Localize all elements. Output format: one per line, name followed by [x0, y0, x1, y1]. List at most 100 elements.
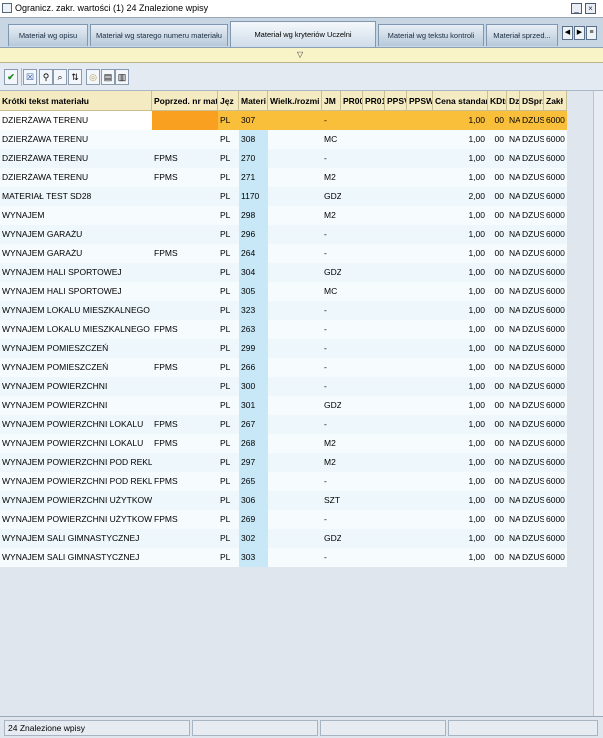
cell-std-price[interactable]: 2,00 [433, 187, 488, 206]
cell-dsprz[interactable]: DZUS [520, 548, 544, 567]
cell-kdtr[interactable]: 00 [488, 244, 507, 263]
settings-icon[interactable]: ▥ [115, 69, 129, 85]
cell-ppsw[interactable] [407, 415, 433, 434]
cell-pr01[interactable] [363, 377, 385, 396]
cell-dsprz[interactable]: DZUS [520, 149, 544, 168]
cell-ppsv[interactable] [385, 358, 407, 377]
cell-ppsv[interactable] [385, 415, 407, 434]
cell-plant[interactable]: 6000 [544, 396, 567, 415]
column-header-uom[interactable]: JM [322, 91, 341, 111]
cell-kdtr[interactable]: 00 [488, 529, 507, 548]
cell-size[interactable] [268, 434, 322, 453]
cell-size[interactable] [268, 168, 322, 187]
cell-short-text[interactable]: WYNAJEM LOKALU MIESZKALNEGO [0, 320, 152, 339]
cell-kdtr[interactable]: 00 [488, 472, 507, 491]
cell-size[interactable] [268, 130, 322, 149]
cell-uom[interactable]: GDZ [322, 396, 341, 415]
cell-kdtr[interactable]: 00 [488, 225, 507, 244]
cell-kdtr[interactable]: 00 [488, 491, 507, 510]
cell-dz[interactable]: NA [507, 339, 520, 358]
cell-material[interactable]: 271 [239, 168, 268, 187]
cell-plant[interactable]: 6000 [544, 263, 567, 282]
cell-uom[interactable]: - [322, 149, 341, 168]
cell-dz[interactable]: NA [507, 149, 520, 168]
cell-short-text[interactable]: WYNAJEM POWIERZCHNI LOKALU [0, 434, 152, 453]
cell-uom[interactable]: - [322, 111, 341, 130]
cell-material[interactable]: 299 [239, 339, 268, 358]
cell-pr00[interactable] [341, 491, 363, 510]
cell-pr01[interactable] [363, 111, 385, 130]
cell-short-text[interactable]: DZIERŻAWA TERENU [0, 149, 152, 168]
cell-short-text[interactable]: WYNAJEM POWIERZCHNI [0, 377, 152, 396]
tab-scroll-left-icon[interactable]: ◀ [562, 26, 573, 40]
cell-language[interactable]: PL [218, 187, 239, 206]
cell-kdtr[interactable]: 00 [488, 282, 507, 301]
cell-material[interactable]: 1170 [239, 187, 268, 206]
cell-language[interactable]: PL [218, 111, 239, 130]
cell-material[interactable]: 300 [239, 377, 268, 396]
cell-kdtr[interactable]: 00 [488, 548, 507, 567]
cell-pr00[interactable] [341, 320, 363, 339]
cell-std-price[interactable]: 1,00 [433, 282, 488, 301]
cell-language[interactable]: PL [218, 472, 239, 491]
cell-dsprz[interactable]: DZUS [520, 510, 544, 529]
cell-pr00[interactable] [341, 149, 363, 168]
cell-dsprz[interactable]: DZUS [520, 225, 544, 244]
cell-dz[interactable]: NA [507, 130, 520, 149]
cell-ppsv[interactable] [385, 453, 407, 472]
cell-ppsw[interactable] [407, 396, 433, 415]
cell-short-text[interactable]: MATERIAŁ TEST SD28 [0, 187, 152, 206]
cell-plant[interactable]: 6000 [544, 434, 567, 453]
cell-uom[interactable]: MC [322, 130, 341, 149]
cell-prev-material[interactable]: FPMS [152, 244, 218, 263]
tab-material-sprzed[interactable]: Materiał sprzed... [486, 24, 558, 46]
cell-material[interactable]: 297 [239, 453, 268, 472]
cell-ppsv[interactable] [385, 339, 407, 358]
cell-uom[interactable]: - [322, 244, 341, 263]
cell-kdtr[interactable]: 00 [488, 320, 507, 339]
cell-ppsw[interactable] [407, 111, 433, 130]
cell-kdtr[interactable]: 00 [488, 206, 507, 225]
cell-prev-material[interactable]: FPMS [152, 415, 218, 434]
cell-pr01[interactable] [363, 320, 385, 339]
cell-material[interactable]: 307 [239, 111, 268, 130]
cell-std-price[interactable]: 1,00 [433, 453, 488, 472]
cell-dz[interactable]: NA [507, 282, 520, 301]
cell-ppsw[interactable] [407, 244, 433, 263]
cell-uom[interactable]: GDZ [322, 263, 341, 282]
column-header-prev-material[interactable]: Poprzed. nr mat [152, 91, 218, 111]
cell-short-text[interactable]: DZIERŻAWA TERENU [0, 130, 152, 149]
cell-size[interactable] [268, 149, 322, 168]
cell-std-price[interactable]: 1,00 [433, 339, 488, 358]
column-header-short-text[interactable]: Krótki tekst materiału [0, 91, 152, 111]
cell-prev-material[interactable] [152, 225, 218, 244]
cell-pr00[interactable] [341, 301, 363, 320]
cell-language[interactable]: PL [218, 263, 239, 282]
cell-kdtr[interactable]: 00 [488, 415, 507, 434]
cell-uom[interactable]: M2 [322, 453, 341, 472]
cell-language[interactable]: PL [218, 510, 239, 529]
cell-uom[interactable]: - [322, 320, 341, 339]
cell-ppsv[interactable] [385, 206, 407, 225]
cell-material[interactable]: 264 [239, 244, 268, 263]
cell-dz[interactable]: NA [507, 111, 520, 130]
column-header-std-price[interactable]: Cena standard. [433, 91, 488, 111]
cell-pr00[interactable] [341, 396, 363, 415]
cell-pr01[interactable] [363, 510, 385, 529]
cell-plant[interactable]: 6000 [544, 187, 567, 206]
cell-size[interactable] [268, 529, 322, 548]
cell-dz[interactable]: NA [507, 187, 520, 206]
cell-short-text[interactable]: WYNAJEM POMIESZCZEŃ [0, 339, 152, 358]
column-header-pr00[interactable]: PR00 [341, 91, 363, 111]
cell-pr01[interactable] [363, 339, 385, 358]
cell-dsprz[interactable]: DZUS [520, 320, 544, 339]
cell-plant[interactable]: 6000 [544, 149, 567, 168]
cell-ppsv[interactable] [385, 263, 407, 282]
cell-dz[interactable]: NA [507, 263, 520, 282]
cell-pr00[interactable] [341, 472, 363, 491]
column-header-dsprz[interactable]: DSprz [520, 91, 544, 111]
cell-dz[interactable]: NA [507, 529, 520, 548]
cell-material[interactable]: 303 [239, 548, 268, 567]
cell-pr00[interactable] [341, 111, 363, 130]
cell-std-price[interactable]: 1,00 [433, 263, 488, 282]
